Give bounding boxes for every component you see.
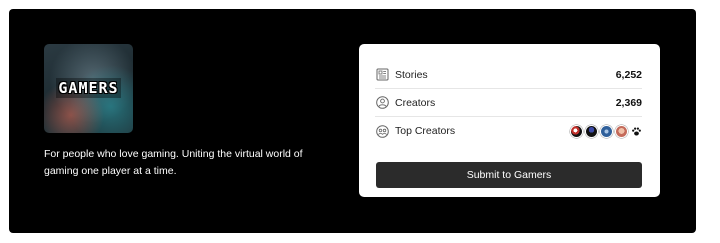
creator-avatar[interactable] bbox=[615, 124, 628, 138]
publication-logo-text: GAMERS bbox=[56, 77, 121, 98]
publication-logo[interactable]: GAMERS bbox=[44, 44, 133, 133]
stat-label: Creators bbox=[395, 96, 436, 109]
stat-value: 2,369 bbox=[615, 96, 642, 109]
top-creators-avatars bbox=[568, 124, 642, 138]
stat-value: 6,252 bbox=[615, 68, 642, 81]
creator-avatar[interactable] bbox=[585, 124, 598, 138]
publication-description: For people who love gaming. Uniting the … bbox=[44, 148, 303, 177]
publication-banner: GAMERS For people who love gaming. Uniti… bbox=[9, 9, 696, 233]
stat-label: Stories bbox=[395, 68, 428, 81]
creator-avatar[interactable] bbox=[600, 124, 613, 138]
publication-stats-card: Stories 6,252 Creators 2,369 Top Creator… bbox=[359, 44, 660, 197]
stat-label: Top Creators bbox=[395, 125, 456, 137]
group-icon bbox=[375, 124, 389, 138]
stat-row-creators[interactable]: Creators 2,369 bbox=[375, 89, 642, 117]
stat-row-stories[interactable]: Stories 6,252 bbox=[375, 61, 642, 89]
creator-avatar[interactable] bbox=[570, 124, 583, 138]
newspaper-icon bbox=[375, 68, 389, 82]
paw-icon[interactable] bbox=[630, 125, 642, 137]
submit-button[interactable]: Submit to Gamers bbox=[376, 162, 642, 188]
user-circle-icon bbox=[375, 96, 389, 110]
stat-row-top-creators: Top Creators bbox=[375, 117, 642, 145]
